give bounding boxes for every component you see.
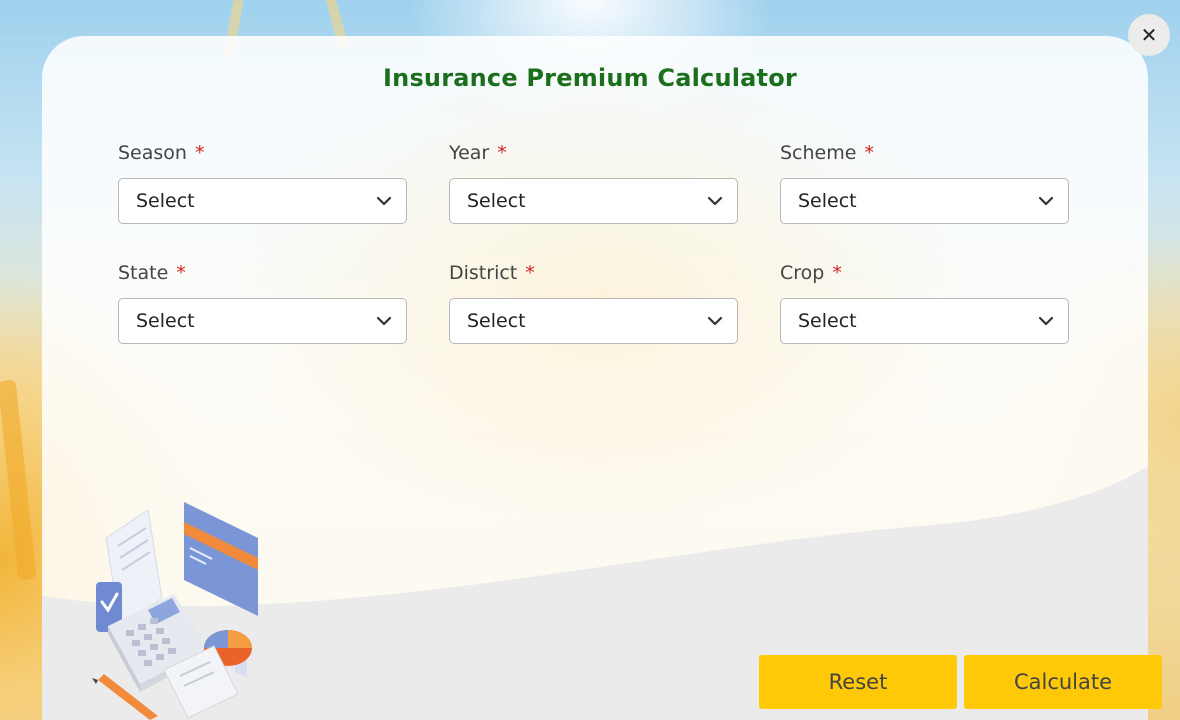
scheme-field: Scheme * Select (780, 140, 1069, 224)
chevron-down-icon (707, 316, 723, 326)
year-field: Year * Select (449, 140, 738, 224)
chevron-down-icon (1038, 316, 1054, 326)
reset-button[interactable]: Reset (759, 655, 957, 709)
crop-select[interactable]: Select (780, 298, 1069, 344)
state-field: State * Select (118, 260, 407, 344)
background-wheat-stalk (0, 379, 37, 581)
season-field: Season * Select (118, 140, 407, 224)
required-marker: * (176, 262, 186, 284)
season-select[interactable]: Select (118, 178, 407, 224)
crop-label: Crop * (780, 262, 842, 284)
close-icon: ✕ (1140, 23, 1158, 47)
required-marker: * (832, 262, 842, 284)
chevron-down-icon (1038, 196, 1054, 206)
calculate-button[interactable]: Calculate (964, 655, 1162, 709)
close-button[interactable]: ✕ (1128, 14, 1170, 56)
crop-field: Crop * Select (780, 260, 1069, 344)
season-select-value: Select (136, 190, 195, 212)
chevron-down-icon (376, 316, 392, 326)
state-select[interactable]: Select (118, 298, 407, 344)
state-label: State * (118, 262, 186, 284)
season-label: Season * (118, 142, 205, 164)
chevron-down-icon (376, 196, 392, 206)
district-select[interactable]: Select (449, 298, 738, 344)
required-marker: * (864, 142, 874, 164)
district-label: District * (449, 262, 535, 284)
required-marker: * (525, 262, 535, 284)
scheme-label: Scheme * (780, 142, 874, 164)
crop-select-value: Select (798, 310, 857, 332)
scheme-select-value: Select (798, 190, 857, 212)
year-select[interactable]: Select (449, 178, 738, 224)
district-select-value: Select (467, 310, 526, 332)
year-label: Year * (449, 142, 507, 164)
page-title: Insurance Premium Calculator (383, 64, 797, 92)
district-field: District * Select (449, 260, 738, 344)
chevron-down-icon (707, 196, 723, 206)
state-select-value: Select (136, 310, 195, 332)
calculator-illustration (92, 502, 258, 720)
year-select-value: Select (467, 190, 526, 212)
required-marker: * (194, 142, 205, 164)
scheme-select[interactable]: Select (780, 178, 1069, 224)
required-marker: * (497, 142, 507, 164)
